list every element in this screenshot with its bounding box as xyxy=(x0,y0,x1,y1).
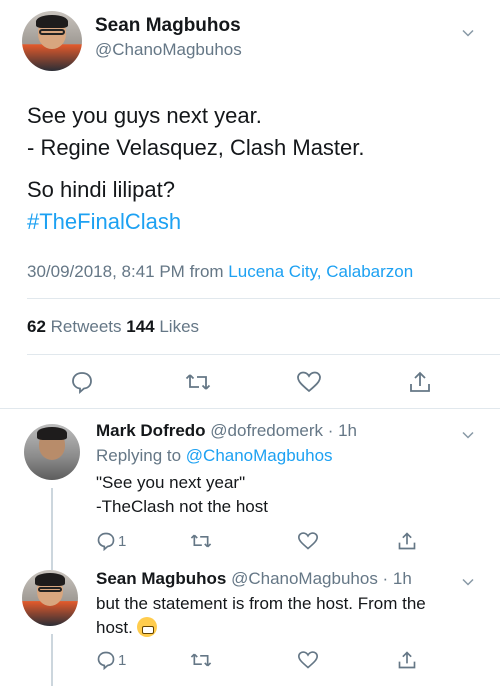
reply-icon xyxy=(97,532,115,551)
author-avatar[interactable] xyxy=(22,11,82,71)
tweet-line: So hindi lilipat? xyxy=(27,177,175,202)
thread-line xyxy=(51,634,53,686)
like-button[interactable] xyxy=(296,370,322,394)
avatar-hair xyxy=(37,427,67,440)
retweet-button[interactable] xyxy=(190,650,212,670)
like-button[interactable] xyxy=(297,531,319,551)
replying-to: Replying to @ChanoMagbuhos xyxy=(96,446,333,466)
share-icon xyxy=(410,371,430,392)
reply-author-handle[interactable]: @ChanoMagbuhos · 1h xyxy=(226,569,412,588)
share-icon xyxy=(398,651,416,669)
reply-line: "See you next year" xyxy=(96,473,246,492)
divider xyxy=(0,408,500,409)
retweet-icon xyxy=(190,653,212,667)
reply-header: Sean Magbuhos @ChanoMagbuhos · 1h xyxy=(96,569,412,589)
mention-link[interactable]: @ChanoMagbuhos xyxy=(186,446,333,465)
avatar-hair xyxy=(36,14,68,28)
retweet-button[interactable] xyxy=(185,370,211,394)
retweet-button[interactable] xyxy=(190,531,212,551)
heart-icon xyxy=(297,651,319,669)
thread-line xyxy=(51,488,53,570)
reply-button[interactable]: 1 xyxy=(96,531,126,551)
likes-label[interactable]: Likes xyxy=(155,317,199,336)
reply-icon xyxy=(72,372,92,394)
chevron-down-icon[interactable] xyxy=(462,578,474,586)
tweet-line: See you guys next year. xyxy=(27,103,262,128)
reply-text: "See you next year" -TheClash not the ho… xyxy=(96,471,268,519)
reply-line: host. xyxy=(96,618,133,637)
reply-icon xyxy=(97,651,115,670)
retweet-icon xyxy=(185,374,211,390)
tweet-meta: 30/09/2018, 8:41 PM from Lucena City, Ca… xyxy=(27,262,413,282)
engagement-stats: 62 Retweets 144 Likes xyxy=(27,317,199,337)
heart-icon xyxy=(297,532,319,550)
reply-author-name[interactable]: Sean Magbuhos xyxy=(96,569,226,588)
avatar-glasses xyxy=(37,586,63,593)
reply-author-name[interactable]: Mark Dofredo xyxy=(96,421,206,440)
like-button[interactable] xyxy=(297,650,319,670)
replying-to-label: Replying to xyxy=(96,446,186,465)
chevron-down-icon[interactable] xyxy=(462,29,474,37)
chevron-down-icon[interactable] xyxy=(462,431,474,439)
retweets-count[interactable]: 62 xyxy=(27,317,46,336)
reply-text: but the statement is from the host. From… xyxy=(96,592,426,640)
location-link[interactable]: Lucena City, Calabarzon xyxy=(228,262,413,281)
reply-button[interactable] xyxy=(70,370,94,394)
reply-count: 1 xyxy=(118,651,127,669)
retweets-label[interactable]: Retweets xyxy=(46,317,126,336)
share-button[interactable] xyxy=(397,650,417,670)
reply-author-avatar[interactable] xyxy=(24,424,80,480)
reply-author-avatar[interactable] xyxy=(22,570,78,626)
divider xyxy=(27,354,500,355)
author-name[interactable]: Sean Magbuhos xyxy=(95,15,241,37)
timestamp: 30/09/2018, 8:41 PM from xyxy=(27,262,229,281)
tweet-text: See you guys next year. - Regine Velasqu… xyxy=(27,100,477,238)
avatar-glasses xyxy=(38,29,66,35)
share-icon xyxy=(398,532,416,550)
divider xyxy=(27,298,500,299)
reply-line: but the statement is from the host. From… xyxy=(96,594,426,613)
reply-count: 1 xyxy=(118,532,127,550)
hashtag-link[interactable]: #TheFinalClash xyxy=(27,206,477,238)
share-button[interactable] xyxy=(397,531,417,551)
retweet-icon xyxy=(190,534,212,548)
reply-button[interactable]: 1 xyxy=(96,650,126,670)
likes-count[interactable]: 144 xyxy=(126,317,154,336)
author-handle[interactable]: @ChanoMagbuhos xyxy=(95,40,242,60)
reply-header: Mark Dofredo @dofredomerk · 1h xyxy=(96,421,357,441)
grimacing-emoji-icon xyxy=(136,617,157,637)
share-button[interactable] xyxy=(408,370,432,394)
heart-icon xyxy=(297,371,321,393)
reply-author-handle[interactable]: @dofredomerk · 1h xyxy=(206,421,357,440)
avatar-hair xyxy=(35,573,65,586)
tweet-line: - Regine Velasquez, Clash Master. xyxy=(27,135,365,160)
reply-line: -TheClash not the host xyxy=(96,497,268,516)
